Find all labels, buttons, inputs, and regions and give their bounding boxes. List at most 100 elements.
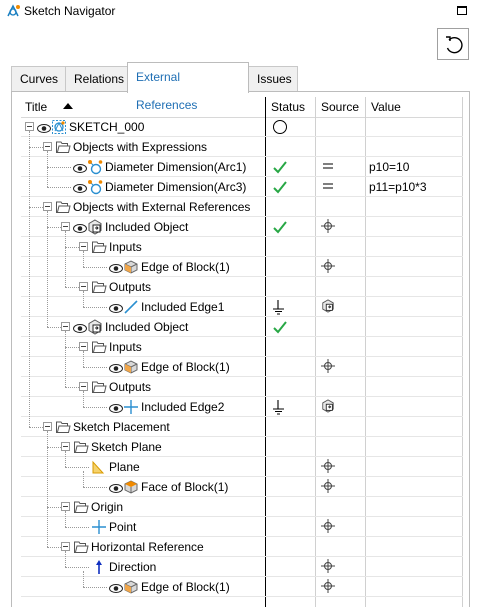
tree-row[interactable]: SKETCH_000 bbox=[21, 117, 463, 137]
row-label: Edge of Block(1) bbox=[141, 260, 230, 274]
plane-icon bbox=[91, 459, 107, 475]
tree-row[interactable]: Outputs bbox=[21, 277, 463, 297]
included-object-icon bbox=[321, 299, 335, 313]
collapse-toggle[interactable] bbox=[25, 122, 34, 131]
visibility-eye-icon[interactable] bbox=[73, 322, 87, 333]
tree-row[interactable]: Diameter Dimension(Arc3) p11=p10*3 bbox=[21, 177, 463, 197]
included-object-icon bbox=[87, 219, 103, 235]
collapse-toggle[interactable] bbox=[43, 202, 52, 211]
fixed-constraint-icon bbox=[272, 399, 288, 415]
folder-icon bbox=[91, 379, 107, 395]
collapse-toggle[interactable] bbox=[79, 242, 88, 251]
row-label: Inputs bbox=[109, 340, 142, 354]
visibility-eye-icon[interactable] bbox=[109, 302, 123, 313]
undo-icon bbox=[446, 36, 463, 54]
sort-ascending-icon[interactable] bbox=[63, 103, 73, 109]
tree-connector bbox=[83, 267, 107, 268]
folder-icon bbox=[91, 339, 107, 355]
collapse-toggle[interactable] bbox=[43, 142, 52, 151]
tree-connector bbox=[83, 407, 107, 408]
block-edge-icon bbox=[123, 359, 139, 375]
tab-curves[interactable]: Curves bbox=[11, 66, 66, 92]
tree-row[interactable]: Objects with Expressions bbox=[21, 137, 463, 157]
tab-external-references[interactable]: External References bbox=[127, 62, 249, 112]
column-status[interactable]: Status bbox=[271, 100, 305, 114]
maximize-button[interactable] bbox=[457, 6, 467, 15]
tree-row[interactable]: Included Object bbox=[21, 317, 463, 337]
row-label: Included Object bbox=[105, 220, 189, 234]
block-edge-icon bbox=[123, 579, 139, 595]
row-label: Sketch Placement bbox=[73, 420, 170, 434]
check-icon bbox=[272, 179, 288, 195]
tree-row[interactable]: Sketch Plane bbox=[21, 437, 463, 457]
row-label: Origin bbox=[91, 500, 124, 514]
visibility-eye-icon[interactable] bbox=[73, 162, 87, 173]
external-reference-icon bbox=[321, 459, 335, 473]
row-label: Edge of Block(1) bbox=[141, 580, 230, 594]
status-unresolved-icon bbox=[272, 119, 288, 135]
tree-connector bbox=[83, 587, 107, 588]
column-value[interactable]: Value bbox=[371, 100, 401, 114]
folder-icon bbox=[55, 199, 71, 215]
tree-row[interactable]: Outputs bbox=[21, 377, 463, 397]
visibility-eye-icon[interactable] bbox=[73, 182, 87, 193]
tree-row[interactable]: Diameter Dimension(Arc1) p10=10 bbox=[21, 157, 463, 177]
tree-row[interactable]: Objects with External References bbox=[21, 197, 463, 217]
check-icon bbox=[272, 219, 288, 235]
visibility-eye-icon[interactable] bbox=[109, 362, 123, 373]
visibility-eye-icon[interactable] bbox=[109, 482, 123, 493]
collapse-toggle[interactable] bbox=[43, 422, 52, 431]
row-label: Diameter Dimension(Arc1) bbox=[105, 160, 247, 174]
collapse-toggle[interactable] bbox=[79, 382, 88, 391]
tree-row[interactable]: Origin bbox=[21, 497, 463, 517]
row-label: Diameter Dimension(Arc3) bbox=[105, 180, 247, 194]
visibility-eye-icon[interactable] bbox=[73, 222, 87, 233]
row-value: p11=p10*3 bbox=[369, 180, 427, 194]
row-label: Included Object bbox=[105, 320, 189, 334]
visibility-eye-icon[interactable] bbox=[109, 402, 123, 413]
collapse-toggle[interactable] bbox=[61, 442, 70, 451]
collapse-toggle[interactable] bbox=[61, 542, 70, 551]
tab-relations[interactable]: Relations bbox=[65, 66, 128, 92]
visibility-eye-icon[interactable] bbox=[109, 582, 123, 593]
folder-icon bbox=[91, 279, 107, 295]
tab-label: External References bbox=[136, 70, 198, 112]
collapse-toggle[interactable] bbox=[61, 222, 70, 231]
tree-connector bbox=[47, 227, 61, 228]
external-reference-icon bbox=[321, 219, 335, 233]
collapse-toggle[interactable] bbox=[79, 342, 88, 351]
tree-row[interactable]: Horizontal Reference bbox=[21, 537, 463, 557]
folder-icon bbox=[73, 439, 89, 455]
tree-row[interactable]: Included Object bbox=[21, 217, 463, 237]
point-icon bbox=[91, 519, 107, 535]
folder-icon bbox=[91, 239, 107, 255]
diameter-dimension-icon bbox=[87, 159, 103, 175]
check-icon bbox=[272, 159, 288, 175]
tab-label: Curves bbox=[20, 72, 59, 86]
folder-icon bbox=[73, 499, 89, 515]
row-label: Direction bbox=[109, 560, 157, 574]
tree-row[interactable]: Inputs bbox=[21, 237, 463, 257]
row-label: SKETCH_000 bbox=[69, 120, 145, 134]
tree-connector bbox=[83, 291, 84, 307]
reset-button[interactable] bbox=[437, 28, 469, 60]
row-label: Horizontal Reference bbox=[91, 540, 204, 554]
visibility-eye-icon[interactable] bbox=[109, 262, 123, 273]
collapse-toggle[interactable] bbox=[61, 322, 70, 331]
tab-issues[interactable]: Issues bbox=[248, 66, 298, 92]
visibility-eye-icon[interactable] bbox=[37, 122, 51, 133]
column-source[interactable]: Source bbox=[321, 100, 359, 114]
column-title[interactable]: Title bbox=[25, 100, 47, 114]
tree-connector bbox=[47, 151, 48, 187]
tree-connector bbox=[65, 387, 79, 388]
tree-row[interactable]: Inputs bbox=[21, 337, 463, 357]
tree-connector bbox=[65, 567, 89, 568]
tree-connector bbox=[65, 467, 89, 468]
collapse-toggle[interactable] bbox=[61, 502, 70, 511]
tree-row[interactable]: Sketch Placement bbox=[21, 417, 463, 437]
collapse-toggle[interactable] bbox=[79, 282, 88, 291]
folder-icon bbox=[55, 139, 71, 155]
line-icon bbox=[123, 299, 139, 315]
tree-connector bbox=[83, 251, 84, 267]
tree-connector bbox=[83, 391, 84, 407]
